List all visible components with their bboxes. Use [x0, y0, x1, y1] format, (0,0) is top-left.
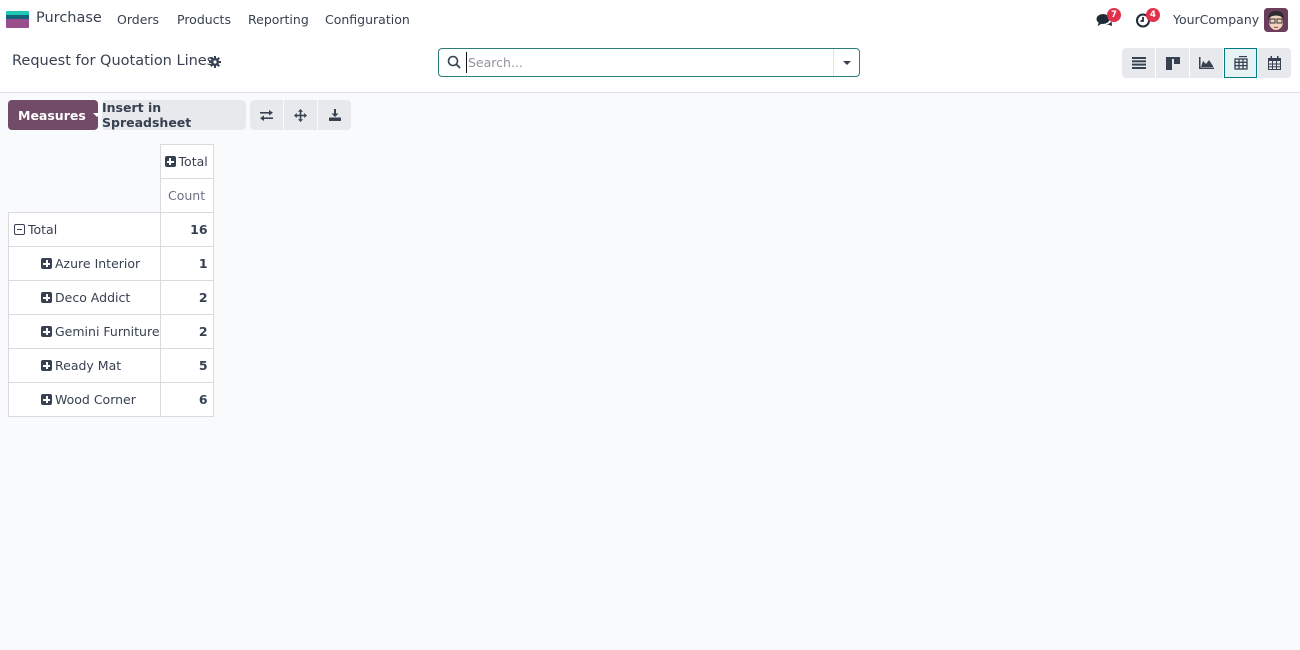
view-switcher — [1122, 48, 1291, 78]
expand-plus-icon — [41, 292, 52, 303]
pivot-row: Azure Interior 1 — [8, 246, 214, 281]
expand-plus-icon — [41, 258, 52, 269]
control-panel: Request for Quotation Lines — [0, 40, 1300, 93]
view-graph-button[interactable] — [1190, 48, 1223, 78]
count-cell[interactable]: 2 — [159, 280, 214, 315]
measure-header-count[interactable]: Count — [159, 178, 214, 213]
caret-down-icon — [843, 61, 851, 65]
total-count-cell[interactable]: 16 — [159, 212, 214, 247]
row-header-total[interactable]: Total — [8, 212, 161, 247]
count-cell[interactable]: 2 — [159, 314, 214, 349]
kanban-icon — [1165, 56, 1180, 70]
pivot-tools — [250, 100, 351, 130]
menu-configuration[interactable]: Configuration — [325, 12, 410, 27]
download-icon — [328, 109, 341, 121]
flip-axis-icon — [260, 109, 273, 121]
column-header-total[interactable]: Total — [159, 144, 214, 179]
pivot-table: Total Count Total 16 Azure Interior 1 De… — [8, 144, 214, 417]
view-list-button[interactable] — [1122, 48, 1155, 78]
pivot-total-row: Total 16 — [8, 212, 214, 247]
menu-orders[interactable]: Orders — [117, 12, 159, 27]
pivot-row: Ready Mat 5 — [8, 348, 214, 383]
menu-reporting[interactable]: Reporting — [248, 12, 309, 27]
pivot-row: Deco Addict 2 — [8, 280, 214, 315]
pivot-row: Wood Corner 6 — [8, 382, 214, 417]
view-calendar-button[interactable] — [1258, 48, 1291, 78]
measures-dropdown-button[interactable]: Measures — [8, 100, 101, 130]
row-header-vendor[interactable]: Deco Addict — [8, 280, 161, 315]
download-button[interactable] — [318, 100, 351, 130]
expand-all-icon — [294, 108, 307, 122]
expand-plus-icon — [41, 360, 52, 371]
purchase-app-logo[interactable] — [6, 11, 29, 28]
flip-axis-button[interactable] — [250, 100, 283, 130]
messages-badge: 7 — [1107, 8, 1121, 22]
expand-plus-icon — [164, 156, 176, 167]
search-input[interactable] — [466, 52, 826, 73]
pivot-row: Gemini Furniture 2 — [8, 314, 214, 349]
calendar-icon — [1268, 56, 1281, 70]
search-icon — [447, 55, 462, 70]
count-cell[interactable]: 1 — [159, 246, 214, 281]
row-header-vendor[interactable]: Azure Interior — [8, 246, 161, 281]
user-avatar[interactable] — [1264, 8, 1288, 32]
activities-badge: 4 — [1146, 8, 1160, 22]
company-switcher[interactable]: YourCompany — [1173, 12, 1259, 27]
count-cell[interactable]: 6 — [159, 382, 214, 417]
expand-all-button[interactable] — [284, 100, 317, 130]
expand-plus-icon — [41, 326, 52, 337]
top-navbar: Purchase Orders Products Reporting Confi… — [0, 0, 1300, 40]
search-options-toggle[interactable] — [833, 49, 859, 76]
search-bar — [438, 48, 860, 77]
pivot-table-icon — [1233, 56, 1248, 70]
caret-down-icon — [92, 113, 101, 117]
count-cell[interactable]: 5 — [159, 348, 214, 383]
row-header-vendor[interactable]: Ready Mat — [8, 348, 161, 383]
list-icon — [1131, 57, 1146, 69]
view-kanban-button[interactable] — [1156, 48, 1189, 78]
measures-label: Measures — [18, 107, 86, 123]
collapse-minus-icon — [14, 224, 25, 235]
area-chart-icon — [1199, 57, 1214, 69]
row-header-vendor[interactable]: Wood Corner — [8, 382, 161, 417]
menu-products[interactable]: Products — [177, 12, 231, 27]
expand-plus-icon — [41, 394, 52, 405]
gear-icon[interactable] — [209, 56, 221, 68]
view-pivot-button[interactable] — [1224, 48, 1257, 78]
page-title: Request for Quotation Lines — [12, 53, 215, 69]
row-header-vendor[interactable]: Gemini Furniture — [8, 314, 161, 349]
insert-in-spreadsheet-button[interactable]: Insert in Spreadsheet — [102, 100, 246, 130]
app-name[interactable]: Purchase — [36, 10, 102, 26]
